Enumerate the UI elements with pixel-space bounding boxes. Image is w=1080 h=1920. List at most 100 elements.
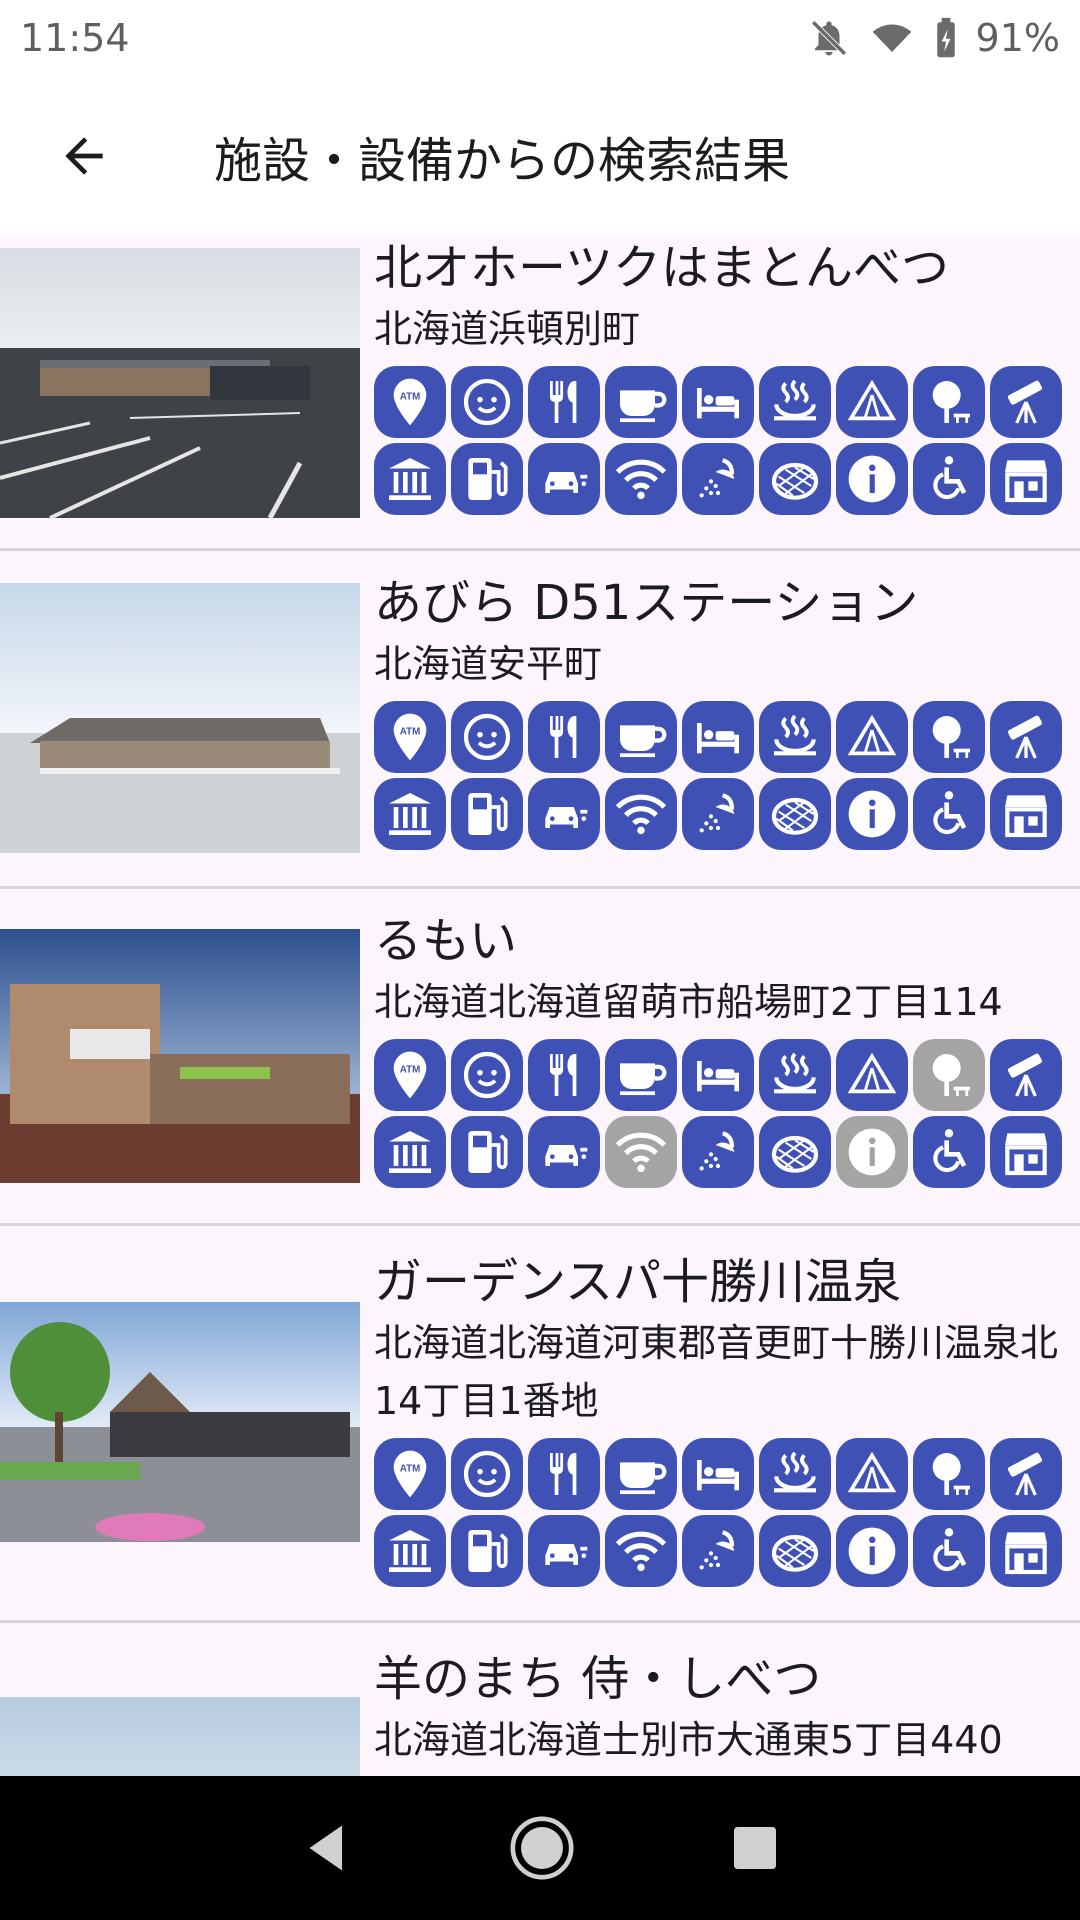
nav-home-button[interactable] <box>507 1813 577 1883</box>
svg-text:ATM: ATM <box>400 1464 420 1475</box>
result-item[interactable]: あびら D51ステーション 北海道安平町 ATM <box>0 551 1080 886</box>
page-title: 施設・設備からの検索結果 <box>214 133 791 189</box>
shower-icon <box>682 1116 754 1188</box>
results-list[interactable]: 北オホーツクはまとんべつ 北海道浜頓別町 ATM あびら D51ステーション 北… <box>0 236 1080 1776</box>
nav-back-button[interactable] <box>297 1818 357 1878</box>
telescope-icon <box>990 701 1062 773</box>
store-icon <box>990 443 1062 515</box>
ev-charger-icon <box>528 443 600 515</box>
facility-photo <box>0 1302 360 1542</box>
bed-icon <box>682 366 754 438</box>
baby-icon <box>451 1039 523 1111</box>
bed-icon <box>682 701 754 773</box>
melon-pan-icon <box>759 778 831 850</box>
baby-icon <box>451 701 523 773</box>
wheelchair-icon <box>913 1515 985 1587</box>
cafe-icon <box>605 1438 677 1510</box>
hot-spring-icon <box>759 366 831 438</box>
ev-charger-icon <box>528 1116 600 1188</box>
info-icon <box>836 1116 908 1188</box>
battery-charging-icon <box>936 17 955 58</box>
back-button[interactable] <box>44 116 124 196</box>
result-item[interactable]: るもい 北海道北海道留萌市船場町2丁目114 ATM <box>0 889 1080 1223</box>
bed-icon <box>682 1438 754 1510</box>
wheelchair-icon <box>913 778 985 850</box>
ev-charger-icon <box>528 1515 600 1587</box>
facility-icons: ATM <box>374 1039 1080 1188</box>
museum-icon <box>374 443 446 515</box>
result-info: 羊のまち 侍・しべつ 北海道北海道士別市大通東5丁目440 <box>374 1647 1080 1769</box>
melon-pan-icon <box>759 1515 831 1587</box>
store-icon <box>990 778 1062 850</box>
battery-percent: 91% <box>975 16 1060 60</box>
cafe-icon <box>605 366 677 438</box>
restaurant-icon <box>528 366 600 438</box>
bed-icon <box>682 1039 754 1111</box>
result-name: 北オホーツクはまとんべつ <box>374 240 950 296</box>
result-name: るもい <box>374 913 518 969</box>
melon-pan-icon <box>759 1116 831 1188</box>
wifi-status-icon <box>872 24 911 52</box>
result-address: 北海道北海道士別市大通東5丁目440 <box>374 1718 1003 1762</box>
restaurant-icon <box>528 1438 600 1510</box>
store-icon <box>990 1116 1062 1188</box>
baby-icon <box>451 1438 523 1510</box>
atm-icon: ATM <box>374 701 446 773</box>
status-bar: 11:54 91% <box>0 0 1080 76</box>
restaurant-icon <box>528 1039 600 1111</box>
shower-icon <box>682 1515 754 1587</box>
result-address: 北海道北海道河東郡音更町十勝川温泉北14丁目1番地 <box>374 1321 1059 1423</box>
wifi-icon <box>605 443 677 515</box>
facility-icons: ATM <box>374 366 1080 515</box>
gas-station-icon <box>451 443 523 515</box>
wheelchair-icon <box>913 1116 985 1188</box>
svg-text:ATM: ATM <box>400 392 420 403</box>
telescope-icon <box>990 366 1062 438</box>
result-item[interactable]: ガーデンスパ十勝川温泉 北海道北海道河東郡音更町十勝川温泉北14丁目1番地 AT… <box>0 1226 1080 1620</box>
facility-icons: ATM <box>374 1438 1080 1587</box>
result-name: ガーデンスパ十勝川温泉 <box>374 1254 902 1310</box>
result-name: あびら D51ステーション <box>374 575 919 631</box>
app-bar: 施設・設備からの検索結果 <box>0 76 1080 236</box>
facility-photo <box>0 248 360 518</box>
arrow-back-icon <box>65 137 103 175</box>
wifi-icon <box>605 1116 677 1188</box>
facility-photo <box>0 583 360 853</box>
restaurant-icon <box>528 701 600 773</box>
melon-pan-icon <box>759 443 831 515</box>
hot-spring-icon <box>759 701 831 773</box>
park-icon <box>913 1039 985 1111</box>
camping-icon <box>836 366 908 438</box>
system-navigation-bar <box>0 1776 1080 1920</box>
result-address: 北海道安平町 <box>374 642 603 686</box>
shower-icon <box>682 443 754 515</box>
park-icon <box>913 366 985 438</box>
gas-station-icon <box>451 1515 523 1587</box>
info-icon <box>836 778 908 850</box>
info-icon <box>836 443 908 515</box>
telescope-icon <box>990 1438 1062 1510</box>
camping-icon <box>836 701 908 773</box>
hot-spring-icon <box>759 1039 831 1111</box>
result-info: あびら D51ステーション 北海道安平町 ATM <box>374 571 1080 850</box>
result-name: 羊のまち 侍・しべつ <box>374 1651 822 1707</box>
facility-icons: ATM <box>374 701 1080 850</box>
status-icons: 91% <box>808 16 1060 60</box>
hot-spring-icon <box>759 1438 831 1510</box>
camping-icon <box>836 1039 908 1111</box>
camping-icon <box>836 1438 908 1510</box>
nav-recents-button[interactable] <box>727 1820 783 1876</box>
museum-icon <box>374 1515 446 1587</box>
svg-text:ATM: ATM <box>400 1065 420 1076</box>
wifi-icon <box>605 778 677 850</box>
atm-icon: ATM <box>374 1039 446 1111</box>
gas-station-icon <box>451 778 523 850</box>
result-address: 北海道浜頓別町 <box>374 307 641 351</box>
result-item[interactable]: 羊のまち 侍・しべつ 北海道北海道士別市大通東5丁目440 <box>0 1623 1080 1776</box>
wheelchair-icon <box>913 443 985 515</box>
status-time: 11:54 <box>20 16 130 60</box>
result-item[interactable]: 北オホーツクはまとんべつ 北海道浜頓別町 ATM <box>0 236 1080 548</box>
result-info: るもい 北海道北海道留萌市船場町2丁目114 ATM <box>374 909 1080 1188</box>
result-address: 北海道北海道留萌市船場町2丁目114 <box>374 980 1003 1024</box>
info-icon <box>836 1515 908 1587</box>
